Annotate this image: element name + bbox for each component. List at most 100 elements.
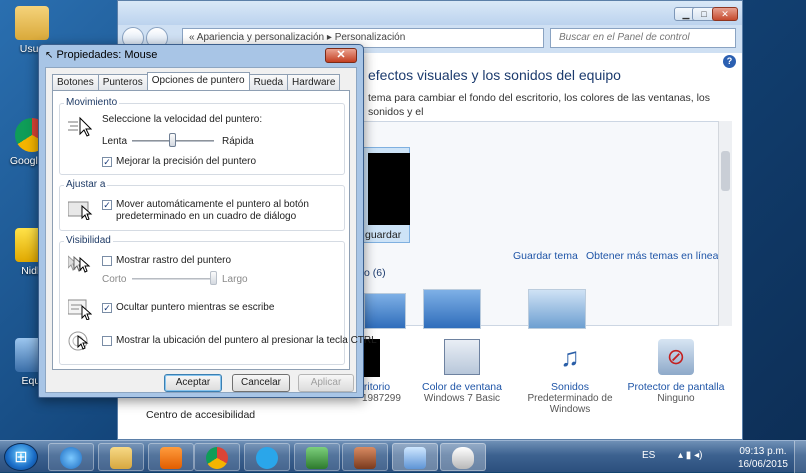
window-color-icon [444, 339, 480, 375]
unsaved-theme-label: guardar [365, 229, 402, 241]
option-sub: Windows 7 Basic [423, 393, 501, 404]
speed-slow-label: Lenta [102, 136, 128, 147]
pointer-speed-icon [68, 116, 93, 138]
tab-pointers[interactable]: Punteros [97, 74, 148, 90]
language-indicator[interactable]: ES [642, 450, 655, 461]
theme-thumbnail[interactable] [364, 293, 406, 329]
pointer-trails-checkbox[interactable] [102, 256, 112, 266]
show-location-ctrl-checkbox[interactable] [102, 336, 112, 346]
explorer-icon [110, 447, 132, 469]
desktop-background-option[interactable]: ritorio 1987299 [362, 339, 401, 404]
media-player-icon [160, 447, 182, 469]
tab-buttons[interactable]: Botones [52, 74, 99, 90]
dialog-body: Botones Punteros Opciones de puntero Rueda H… [45, 67, 377, 393]
option-name: Color de ventana [422, 381, 502, 393]
taskbar-app2[interactable] [342, 443, 388, 471]
taskbar-ie[interactable] [48, 443, 94, 471]
page-title: efectos visuales y los sonidos del equip… [368, 67, 621, 83]
control-panel-titlebar: ▁ □ ✕ [118, 1, 742, 25]
show-location-icon [68, 330, 92, 352]
breadcrumb-appearance[interactable]: Apariencia y personalización [197, 32, 324, 43]
mouse-icon [452, 447, 474, 469]
music-note-icon: ♫ [560, 342, 580, 372]
window-color-option[interactable]: Color de ventana Windows 7 Basic [414, 339, 510, 404]
option-sub: 1987299 [362, 393, 401, 404]
visibility-group-title: Visibilidad [64, 235, 113, 246]
taskbar: ⊞ ES ▴ ▮ ◂) 09:13 p.m. 16/06/2015 [0, 440, 806, 473]
trails-short-label: Corto [102, 274, 127, 285]
enhance-precision-label: Mejorar la precisión del puntero [116, 156, 257, 167]
mouse-properties-dialog: ↖ Propiedades: Mouse ✕ Botones Punteros Op… [38, 44, 377, 398]
pointer-trails-label: Mostrar rastro del puntero [116, 255, 232, 266]
start-button[interactable]: ⊞ [4, 443, 38, 471]
motion-group-title: Movimiento [64, 97, 120, 108]
speed-label: Seleccione la velocidad del puntero: [102, 114, 263, 125]
ie-icon [60, 447, 82, 469]
tab-pointer-options[interactable]: Opciones de puntero [146, 72, 250, 90]
accessibility-center-link[interactable]: Centro de accesibilidad [146, 409, 255, 421]
clock[interactable]: 09:13 p.m. 16/06/2015 [738, 445, 788, 471]
breadcrumb-overflow[interactable]: « [189, 32, 195, 43]
dialog-title: ↖ Propiedades: Mouse [45, 49, 157, 61]
hide-while-typing-checkbox[interactable]: ✓ [102, 303, 112, 313]
snap-to-group-title: Ajustar a [64, 179, 108, 190]
tab-wheel[interactable]: Rueda [248, 74, 289, 90]
taskbar-media-player[interactable] [148, 443, 194, 471]
visibility-group: Visibilidad Mostrar rastro del puntero C… [59, 235, 377, 365]
tray-icons[interactable]: ▴ ▮ ◂) [678, 450, 702, 461]
pointer-options-panel: Movimiento Seleccione la velocidad del p… [52, 90, 377, 370]
hide-pointer-icon [67, 298, 93, 321]
theme-thumbnail[interactable] [528, 289, 586, 329]
tab-strip: Botones Punteros Opciones de puntero Rueda H… [52, 72, 341, 90]
dialog-close-button[interactable]: ✕ [325, 48, 357, 63]
taskbar-skype[interactable] [244, 443, 290, 471]
screen-saver-option[interactable]: ⊘ Protector de pantalla Ninguno [626, 339, 726, 404]
sounds-option[interactable]: ♫ Sonidos Predeterminado de Windows [522, 339, 618, 415]
apply-button[interactable]: Aplicar [298, 374, 354, 392]
save-theme-link[interactable]: Guardar tema [513, 250, 578, 262]
cancel-button[interactable]: Cancelar [232, 374, 290, 392]
get-more-themes-link[interactable]: Obtener más temas en línea [586, 250, 719, 262]
no-screen-saver-icon: ⊘ [658, 339, 694, 375]
trails-slider-thumb[interactable] [210, 271, 217, 285]
show-desktop-button[interactable] [794, 441, 806, 473]
control-panel-icon [404, 447, 426, 469]
option-name: Sonidos [551, 381, 589, 393]
snap-to-icon [67, 198, 94, 221]
theme-preview-black [368, 153, 410, 225]
option-name: Protector de pantalla [627, 381, 725, 393]
trails-long-label: Largo [222, 274, 248, 285]
ok-button[interactable]: Aceptar [164, 374, 222, 392]
snap-to-label-line2: predeterminado en un cuadro de diálogo [116, 211, 297, 222]
option-name: ritorio [363, 381, 391, 393]
pointer-trails-icon [67, 254, 92, 276]
speed-slider-thumb[interactable] [169, 133, 176, 147]
app-icon [306, 447, 328, 469]
search-input[interactable]: Buscar en el Panel de control [550, 28, 736, 48]
enhance-precision-checkbox[interactable]: ✓ [102, 157, 112, 167]
taskbar-control-panel[interactable] [392, 443, 438, 471]
breadcrumb-arrow[interactable]: ▸ [327, 32, 332, 43]
taskbar-explorer[interactable] [98, 443, 144, 471]
snap-to-checkbox[interactable]: ✓ [102, 200, 112, 210]
taskbar-app[interactable] [294, 443, 340, 471]
user-folder-icon [15, 6, 49, 40]
help-icon[interactable]: ? [723, 55, 736, 68]
taskbar-chrome[interactable] [194, 443, 240, 471]
close-button[interactable]: ✕ [712, 7, 738, 21]
breadcrumb-personalization[interactable]: Personalización [335, 32, 406, 43]
aero-themes-count: o (6) [364, 267, 386, 279]
themes-scrollbar[interactable] [718, 121, 732, 326]
taskbar-mouse[interactable] [440, 443, 486, 471]
tab-hardware[interactable]: Hardware [287, 74, 341, 90]
option-sub: Ninguno [657, 393, 695, 404]
theme-thumbnail[interactable] [423, 289, 481, 329]
trails-slider-track[interactable] [132, 278, 214, 280]
speed-fast-label: Rápida [222, 136, 254, 147]
system-tray: ES ▴ ▮ ◂) 09:13 p.m. 16/06/2015 [636, 441, 806, 473]
mouse-icon: ↖ [45, 50, 54, 61]
clock-time: 09:13 p.m. [739, 446, 787, 457]
dialog-title-text: Propiedades: Mouse [56, 49, 158, 61]
app2-icon [354, 447, 376, 469]
windows-logo-icon: ⊞ [14, 449, 28, 466]
